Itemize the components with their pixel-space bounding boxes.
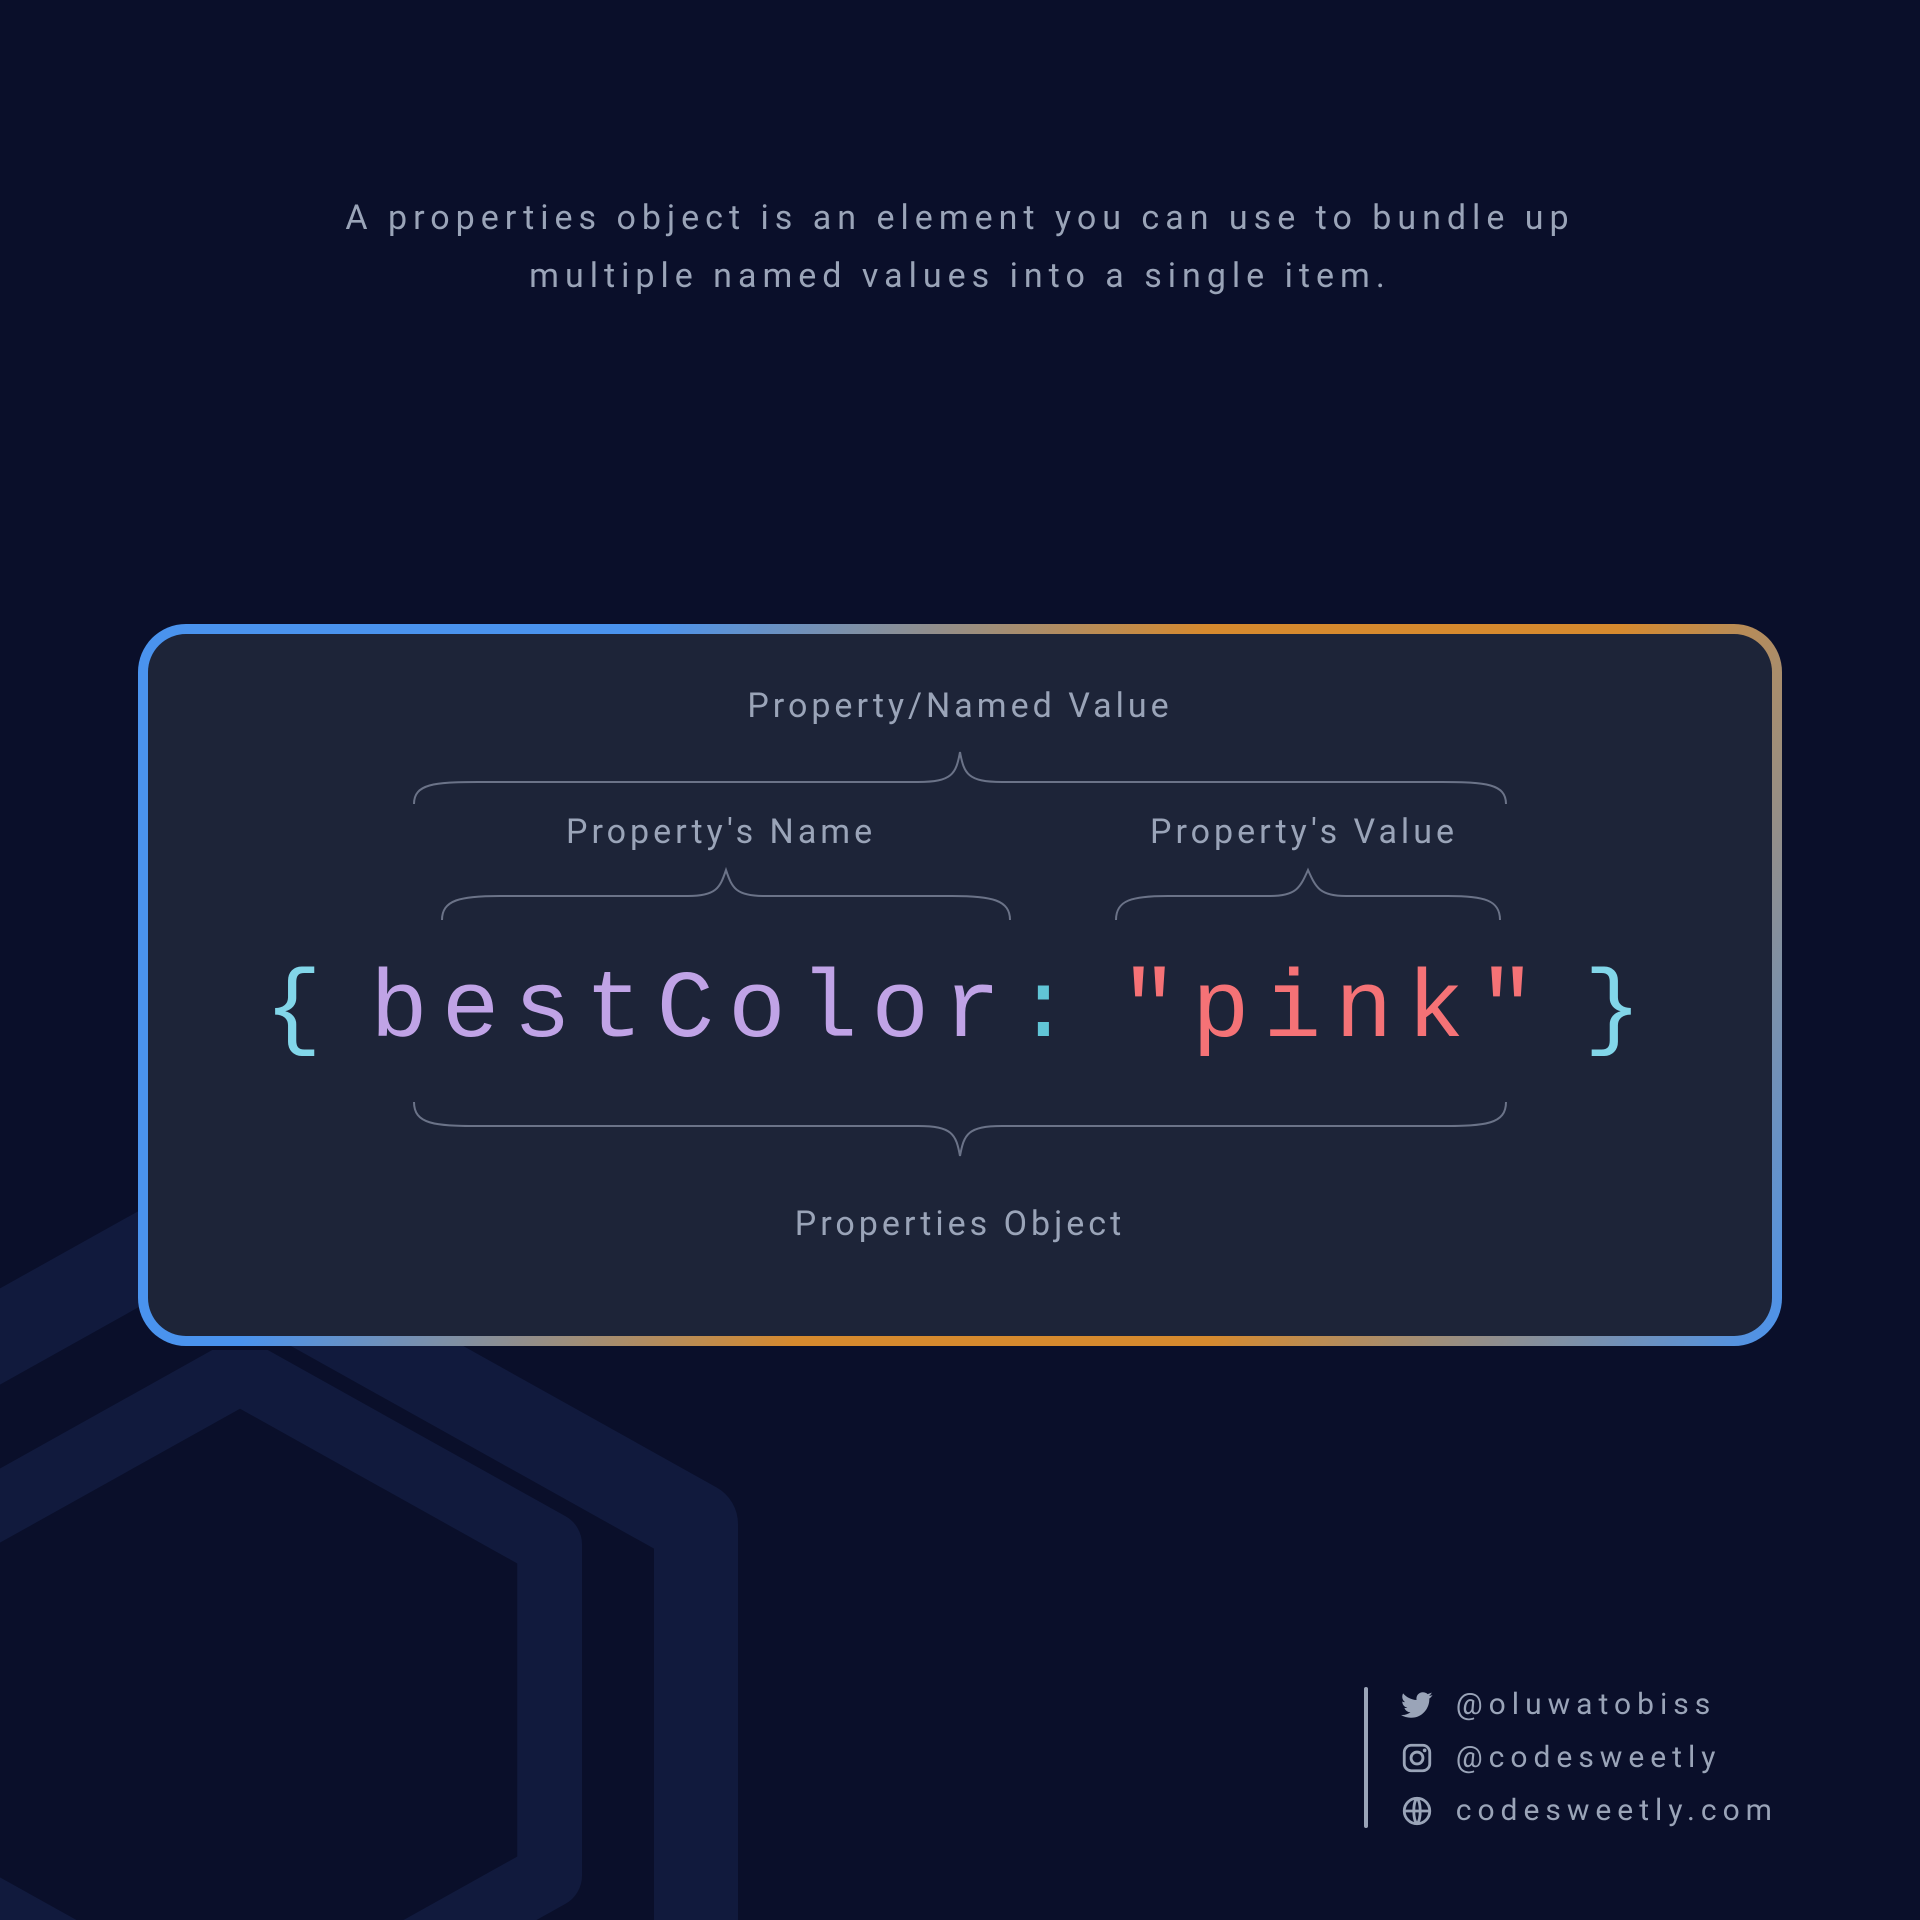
description-line-2: multiple named values into a single item… <box>200 248 1720 306</box>
close-brace: } <box>1584 956 1656 1065</box>
instagram-icon <box>1400 1741 1434 1775</box>
description-block: A properties object is an element you ca… <box>0 190 1920 306</box>
credits-block: @oluwatobiss @codesweetly codesweetly.co… <box>1364 1687 1778 1828</box>
credit-instagram-handle: @codesweetly <box>1456 1740 1722 1775</box>
twitter-icon <box>1400 1688 1434 1722</box>
open-brace: { <box>265 956 337 1065</box>
code-value: "pink" <box>1120 956 1550 1065</box>
credit-website: codesweetly.com <box>1400 1793 1778 1828</box>
diagram-panel: Property/Named Value Property's Name Pro… <box>138 624 1782 1346</box>
credit-instagram: @codesweetly <box>1400 1740 1778 1775</box>
background-hexagon-small <box>0 1350 600 1920</box>
credit-twitter: @oluwatobiss <box>1400 1687 1778 1722</box>
code-colon: : <box>1015 956 1087 1065</box>
code-expression: { bestColor: "pink"} <box>148 956 1772 1065</box>
credit-twitter-handle: @oluwatobiss <box>1456 1687 1716 1722</box>
globe-icon <box>1400 1794 1434 1828</box>
code-key: bestColor <box>370 956 1014 1065</box>
credits-divider <box>1364 1687 1368 1828</box>
credit-website-url: codesweetly.com <box>1456 1793 1778 1828</box>
description-line-1: A properties object is an element you ca… <box>200 190 1720 248</box>
